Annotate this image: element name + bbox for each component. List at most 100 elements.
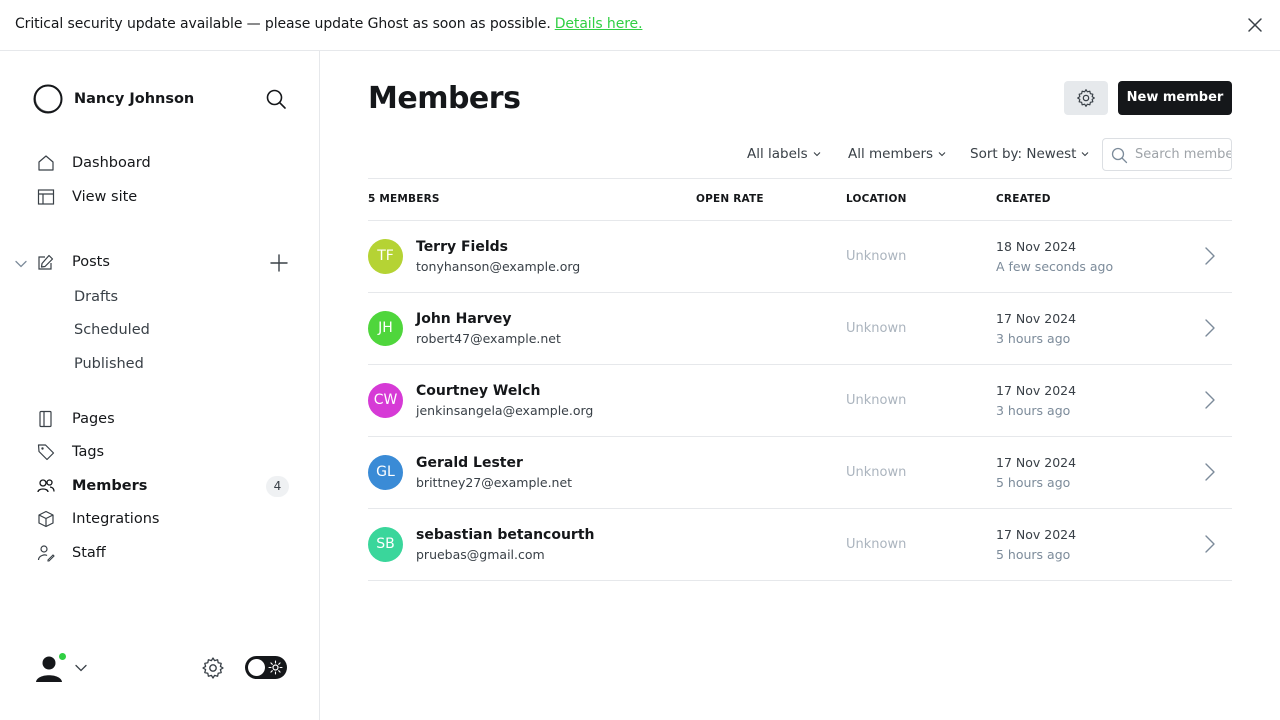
member-created-relative: 5 hours ago [996, 547, 1071, 562]
toggle-knob [248, 659, 265, 676]
close-icon[interactable] [1245, 15, 1265, 35]
member-created-date: 17 Nov 2024 [996, 311, 1077, 326]
member-email: robert47@example.net [416, 331, 561, 346]
search-icon [1111, 147, 1128, 164]
banner-details-link[interactable]: Details here. [555, 16, 643, 32]
page-title: Members [368, 81, 521, 116]
sidebar-item-members[interactable]: Members [32, 473, 290, 501]
filter-label: All members [848, 146, 934, 162]
members-filter[interactable]: All members [848, 146, 946, 162]
sidebar-item-label: Integrations [72, 511, 160, 527]
site-logo-icon[interactable] [32, 83, 64, 115]
sort-filter[interactable]: Sort by: Newest [970, 146, 1089, 162]
member-name: John Harvey [416, 311, 512, 327]
member-avatar: CW [368, 383, 403, 418]
member-email: jenkinsangela@example.org [416, 403, 594, 418]
table-row[interactable]: TF Terry Fields tonyhanson@example.org Unkn… [368, 221, 1232, 293]
member-search[interactable] [1102, 138, 1232, 171]
sidebar-footer [32, 651, 290, 687]
member-avatar: TF [368, 239, 403, 274]
new-member-button[interactable]: New member [1118, 81, 1232, 115]
table-divider [368, 178, 1232, 179]
table-row[interactable]: SB sebastian betancourth pruebas@gmail.com… [368, 509, 1232, 581]
member-name: Courtney Welch [416, 383, 541, 399]
member-created-date: 17 Nov 2024 [996, 383, 1077, 398]
member-location: Unknown [846, 537, 907, 552]
chevron-down-icon [938, 152, 946, 157]
filter-label: Sort by: Newest [970, 146, 1077, 162]
member-location: Unknown [846, 393, 907, 408]
table-row[interactable]: CW Courtney Welch jenkinsangela@example.or… [368, 365, 1232, 437]
column-header-members: 5 MEMBERS [368, 193, 440, 205]
sidebar-item-label: View site [72, 189, 138, 205]
theme-toggle[interactable] [245, 656, 287, 679]
member-name: Terry Fields [416, 239, 509, 255]
member-avatar: SB [368, 527, 403, 562]
members-count-badge: 4 [266, 476, 289, 497]
member-created-date: 18 Nov 2024 [996, 239, 1077, 254]
sidebar-item-integrations[interactable]: Integrations [32, 506, 290, 534]
member-avatar: GL [368, 455, 403, 490]
tag-icon [37, 444, 55, 461]
sidebar-item-label: Dashboard [72, 155, 151, 171]
banner-message: Critical security update available — ple… [15, 16, 551, 32]
gear-icon[interactable] [201, 656, 225, 680]
sidebar-item-tags[interactable]: Tags [32, 439, 290, 467]
labels-filter[interactable]: All labels [747, 146, 821, 162]
sidebar-item-view-site[interactable]: View site [32, 184, 290, 212]
member-location: Unknown [846, 249, 907, 264]
chevron-right-icon [1205, 463, 1215, 481]
member-created-relative: 5 hours ago [996, 475, 1071, 490]
site-header: Nancy Johnson [32, 83, 290, 115]
member-location: Unknown [846, 465, 907, 480]
member-email: brittney27@example.net [416, 475, 573, 490]
sidebar-item-dashboard[interactable]: Dashboard [32, 150, 290, 178]
member-created-relative: 3 hours ago [996, 403, 1071, 418]
search-input[interactable] [1135, 139, 1231, 170]
gear-icon [1077, 89, 1095, 107]
plus-icon[interactable] [268, 252, 290, 274]
sidebar-item-scheduled[interactable]: Scheduled [74, 322, 150, 338]
column-header-location[interactable]: LOCATION [846, 193, 907, 205]
chevron-down-icon [813, 152, 821, 157]
sidebar-item-staff[interactable]: Staff [32, 540, 290, 568]
member-avatar: JH [368, 311, 403, 346]
table-row[interactable]: GL Gerald Lester brittney27@example.net Unk… [368, 437, 1232, 509]
chevron-right-icon [1205, 319, 1215, 337]
member-name: sebastian betancourth [416, 527, 595, 543]
member-location: Unknown [846, 321, 907, 336]
filter-label: All labels [747, 146, 808, 162]
chevron-right-icon [1205, 535, 1215, 553]
sidebar-item-label: Members [72, 478, 148, 494]
main-content: Members New member All labels All member… [320, 51, 1280, 720]
member-created-relative: A few seconds ago [996, 259, 1114, 274]
sidebar-item-drafts[interactable]: Drafts [74, 289, 118, 305]
online-status-dot [58, 652, 67, 661]
member-created-date: 17 Nov 2024 [996, 455, 1077, 470]
edit-icon [38, 254, 54, 270]
chevron-down-icon [1082, 152, 1089, 157]
staff-icon [37, 545, 55, 562]
banner-text: Critical security update available — ple… [15, 16, 643, 32]
chevron-right-icon [1205, 247, 1215, 265]
sidebar-item-published[interactable]: Published [74, 356, 144, 372]
sidebar-item-label: Pages [72, 411, 115, 427]
members-settings-button[interactable] [1064, 81, 1108, 115]
column-header-created[interactable]: CREATED [996, 193, 1051, 205]
layout-icon [37, 189, 55, 205]
member-name: Gerald Lester [416, 455, 523, 471]
column-header-open-rate[interactable]: OPEN RATE [696, 193, 764, 205]
table-row[interactable]: JH John Harvey robert47@example.net Unknown… [368, 293, 1232, 365]
sidebar: Nancy Johnson Dashboard View site Posts … [0, 51, 320, 720]
security-banner: Critical security update available — ple… [0, 0, 1280, 51]
sidebar-item-label: Tags [72, 444, 105, 460]
chevron-down-icon[interactable] [14, 257, 28, 271]
sidebar-item-posts[interactable]: Posts [32, 249, 252, 277]
pages-icon [39, 410, 52, 428]
search-icon[interactable] [265, 88, 287, 110]
site-name[interactable]: Nancy Johnson [74, 91, 194, 107]
member-email: tonyhanson@example.org [416, 259, 581, 274]
chevron-right-icon [1205, 391, 1215, 409]
chevron-down-icon[interactable] [74, 661, 88, 675]
sidebar-item-pages[interactable]: Pages [32, 406, 290, 434]
